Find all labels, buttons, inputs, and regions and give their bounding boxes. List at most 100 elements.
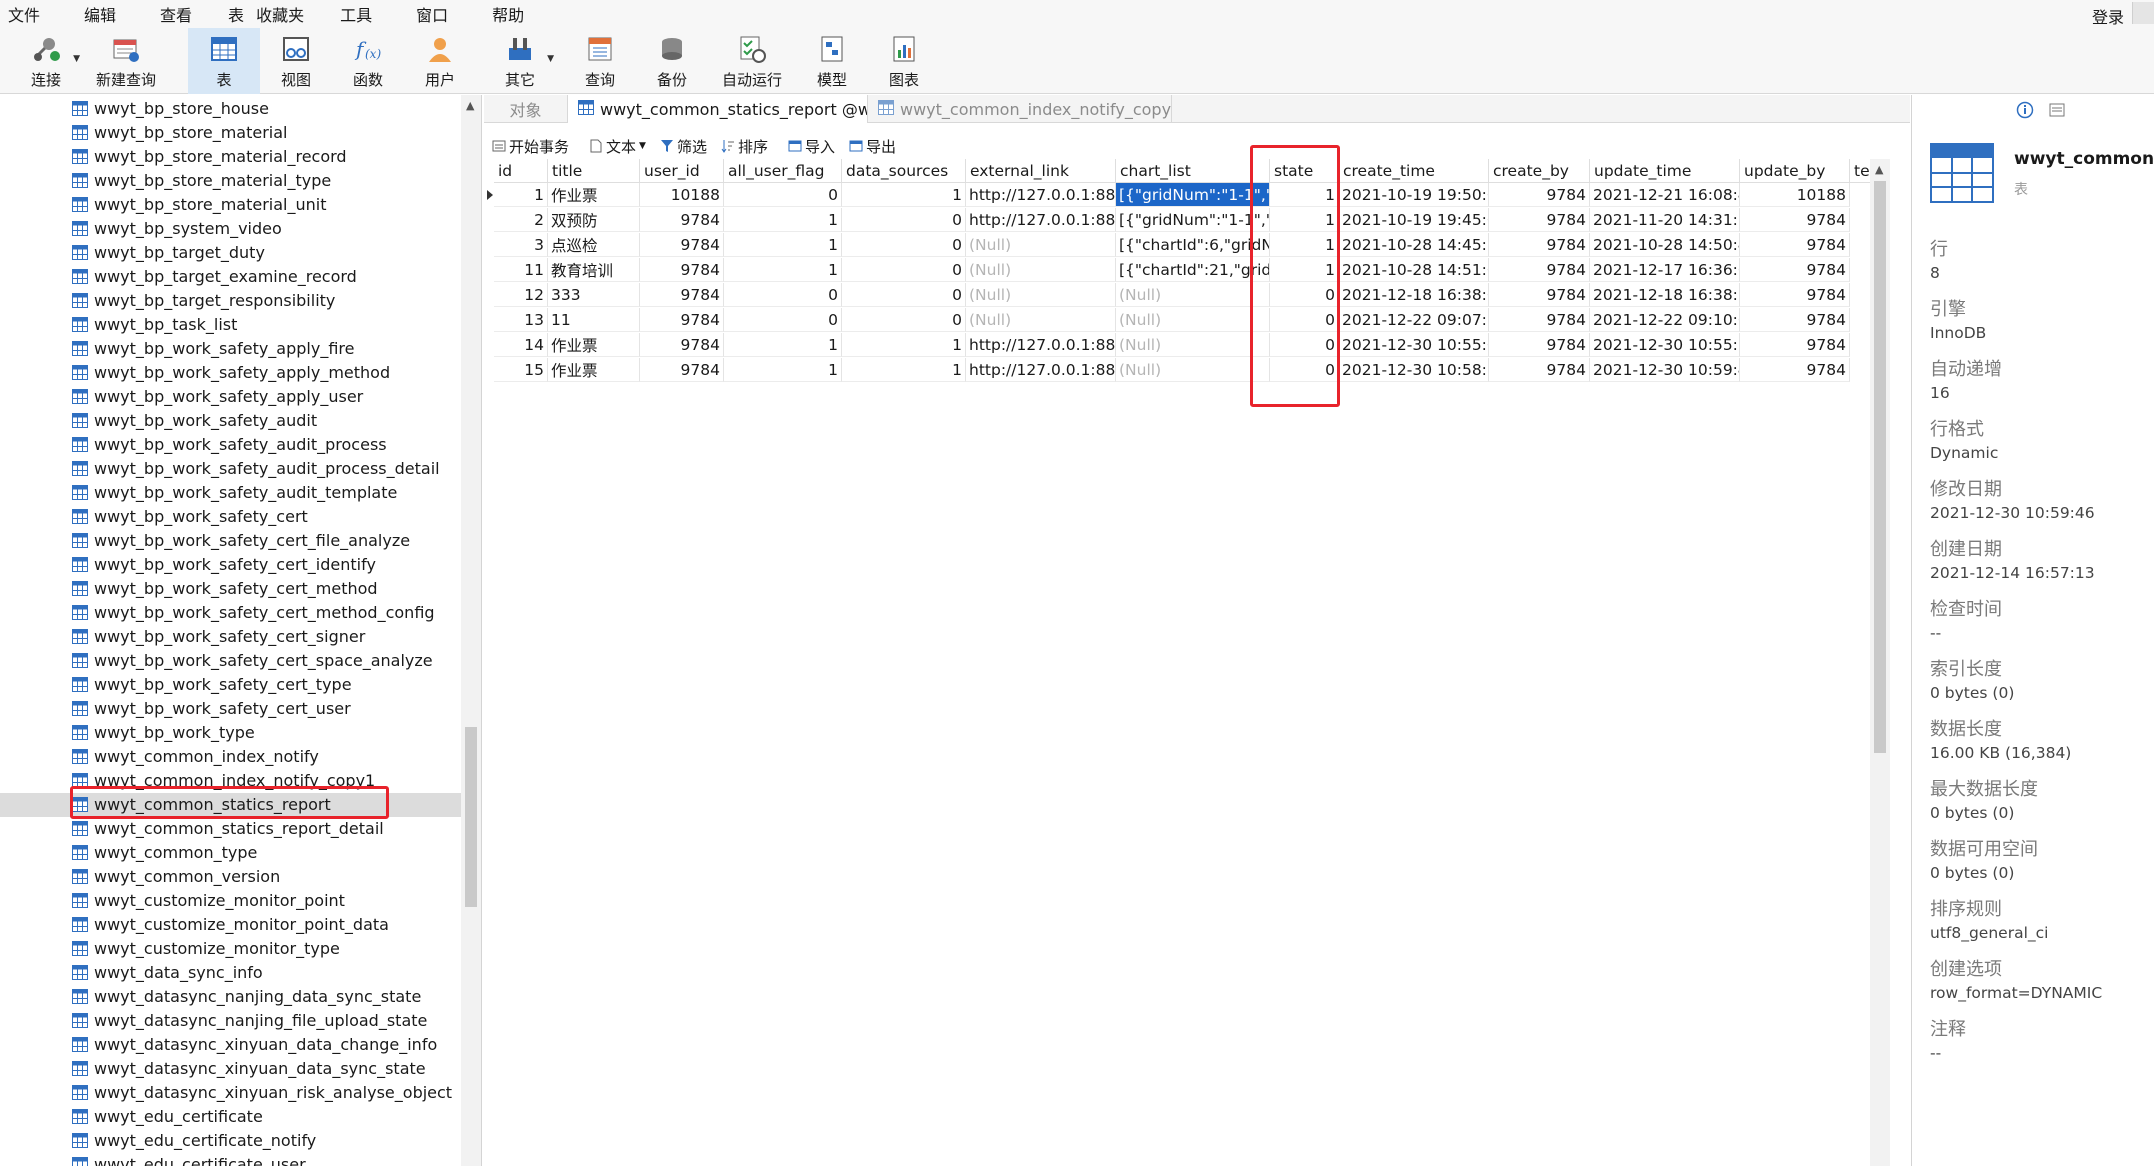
grid-cell-title[interactable]: 作业票 [548,358,640,382]
grid-cell-all-user-flag[interactable]: 1 [724,333,842,357]
grid-cell-data-sources[interactable]: 1 [842,358,966,382]
grid-cell-external-link[interactable]: http://127.0.0.1:8887 [966,358,1116,382]
grid-cell-external-link[interactable]: http://127.0.0.1:8887 [966,208,1116,232]
menu-file[interactable]: 文件 [0,2,54,26]
info-icon[interactable] [2016,101,2034,123]
grid-cell-data-sources[interactable]: 0 [842,233,966,257]
grid-cell-external-link[interactable]: http://127.0.0.1:8887 [966,183,1116,207]
grid-cell-data-sources[interactable]: 1 [842,333,966,357]
grid-cell-external-link[interactable]: http://127.0.0.1:8887 [966,333,1116,357]
grid-cell-external-link[interactable]: (Null) [966,308,1116,332]
grid-cell-chart-list[interactable]: [{"gridNum":"1-1","p [1116,208,1270,232]
backup-button[interactable]: 备份 [636,28,708,94]
login-link[interactable]: 登录 [2092,4,2124,28]
grid-cell-all-user-flag[interactable]: 1 [724,233,842,257]
tree-item-table[interactable]: wwyt_bp_work_safety_cert_signer [0,625,462,649]
tree-item-table[interactable]: wwyt_common_index_notify [0,745,462,769]
menu-table[interactable]: 表 [206,2,248,26]
grid-cell-create-by[interactable]: 9784 [1489,333,1590,357]
tree-item-table[interactable]: wwyt_bp_work_safety_cert_method_config [0,601,462,625]
grid-cell-external-link[interactable]: (Null) [966,233,1116,257]
grid-cell-user-id[interactable]: 9784 [640,333,724,357]
grid-cell-data-sources[interactable]: 0 [842,208,966,232]
column-header[interactable]: create_time [1339,159,1489,183]
function-button[interactable]: f (x) 函数 [332,28,404,94]
grid-cell-update-by[interactable]: 9784 [1740,358,1850,382]
ddl-icon[interactable] [2048,101,2066,123]
column-header[interactable]: update_time [1590,159,1740,183]
tree-item-table[interactable]: wwyt_bp_work_safety_cert_user [0,697,462,721]
chevron-down-icon[interactable]: ▼ [639,141,646,151]
grid-cell-update-time[interactable]: 2021-12-21 16:08:45 [1590,183,1740,207]
tree-item-table[interactable]: wwyt_bp_work_safety_audit_template [0,481,462,505]
grid-scrollbar[interactable]: ▲ [1870,159,1890,1166]
tree-item-table[interactable]: wwyt_bp_work_safety_cert_file_analyze [0,529,462,553]
grid-cell-update-time[interactable]: 2021-12-17 16:36:00 [1590,258,1740,282]
grid-cell-create-time[interactable]: 2021-12-22 09:07:52 [1339,308,1489,332]
grid-cell-update-by[interactable]: 9784 [1740,333,1850,357]
grid-cell-user-id[interactable]: 9784 [640,358,724,382]
grid-cell-all-user-flag[interactable]: 0 [724,283,842,307]
sort-button[interactable]: 排序 [721,136,768,157]
grid-cell-create-time[interactable]: 2021-10-19 19:45:06 [1339,208,1489,232]
grid-cell-id[interactable]: 1 [494,183,548,207]
grid-cell-update-by[interactable]: 9784 [1740,258,1850,282]
grid-cell-chart-list[interactable]: (Null) [1116,333,1270,357]
grid-cell-chart-list[interactable]: [{"chartId":6,"gridNu [1116,233,1270,257]
grid-cell-update-by[interactable]: 9784 [1740,233,1850,257]
grid-cell-title[interactable]: 双预防 [548,208,640,232]
tab-objects[interactable]: 对象 [484,95,568,123]
grid-cell-id[interactable]: 13 [494,308,548,332]
grid-cell-create-by[interactable]: 9784 [1489,208,1590,232]
grid-cell-id[interactable]: 15 [494,358,548,382]
grid-cell-create-time[interactable]: 2021-10-19 19:50:01 [1339,183,1489,207]
grid-cell-update-time[interactable]: 2021-12-30 10:55:33 [1590,333,1740,357]
chevron-down-icon[interactable]: ▼ [73,54,80,64]
tree-item-table[interactable]: wwyt_customize_monitor_point_data [0,913,462,937]
model-button[interactable]: 模型 [796,28,868,94]
grid-cell-update-by[interactable]: 9784 [1740,208,1850,232]
tree-item-table[interactable]: wwyt_common_statics_report_detail [0,817,462,841]
menu-view[interactable]: 查看 [130,2,206,26]
tree-item-table[interactable]: wwyt_datasync_xinyuan_data_change_info [0,1033,462,1057]
tree-item-table[interactable]: wwyt_bp_work_safety_audit [0,409,462,433]
column-header[interactable]: external_link [966,159,1116,183]
tree-item-table[interactable]: wwyt_bp_system_video [0,217,462,241]
tree-item-table[interactable]: wwyt_datasync_xinyuan_risk_analyse_objec… [0,1081,462,1105]
grid-cell-create-time[interactable]: 2021-12-18 16:38:08 [1339,283,1489,307]
grid-cell-user-id[interactable]: 9784 [640,258,724,282]
tree-item-table[interactable]: wwyt_common_version [0,865,462,889]
tree-item-table[interactable]: wwyt_bp_work_safety_cert_method [0,577,462,601]
menu-favorites[interactable]: 收藏夹 [248,2,318,26]
grid-cell-user-id[interactable]: 10188 [640,183,724,207]
grid-cell-external-link[interactable]: (Null) [966,258,1116,282]
grid-scrollbar-thumb[interactable] [1874,181,1886,753]
grid-cell-user-id[interactable]: 9784 [640,283,724,307]
tree-item-table[interactable]: wwyt_bp_work_safety_apply_user [0,385,462,409]
text-view-button[interactable]: 文本 ▼ [589,136,646,157]
grid-cell-title[interactable]: 点巡检 [548,233,640,257]
data-grid[interactable]: id title user_id all_user_flag data_sources e… [484,159,1890,1166]
column-header[interactable]: update_by [1740,159,1850,183]
grid-cell-update-by[interactable]: 9784 [1740,308,1850,332]
grid-cell-external-link[interactable]: (Null) [966,283,1116,307]
grid-cell-update-by[interactable]: 9784 [1740,283,1850,307]
tree-item-table[interactable]: wwyt_bp_work_safety_cert_type [0,673,462,697]
grid-cell-title[interactable]: 333 [548,283,640,307]
menu-edit[interactable]: 编辑 [54,2,130,26]
tree-item-table[interactable]: wwyt_bp_store_material_unit [0,193,462,217]
grid-cell-create-by[interactable]: 9784 [1489,283,1590,307]
grid-cell-user-id[interactable]: 9784 [640,308,724,332]
tree-item-table[interactable]: wwyt_data_sync_info [0,961,462,985]
grid-cell-all-user-flag[interactable]: 1 [724,258,842,282]
grid-cell-user-id[interactable]: 9784 [640,233,724,257]
grid-cell-update-time[interactable]: 2021-12-30 10:59:47 [1590,358,1740,382]
chart-button[interactable]: 图表 [868,28,940,94]
user-button[interactable]: 用户 [404,28,476,94]
menu-tools[interactable]: 工具 [318,2,386,26]
view-button[interactable]: 视图 [260,28,332,94]
grid-cell-id[interactable]: 3 [494,233,548,257]
grid-cell-update-time[interactable]: 2021-12-22 09:10:04 [1590,308,1740,332]
grid-cell-chart-list[interactable]: (Null) [1116,308,1270,332]
grid-cell-title[interactable]: 教育培训 [548,258,640,282]
